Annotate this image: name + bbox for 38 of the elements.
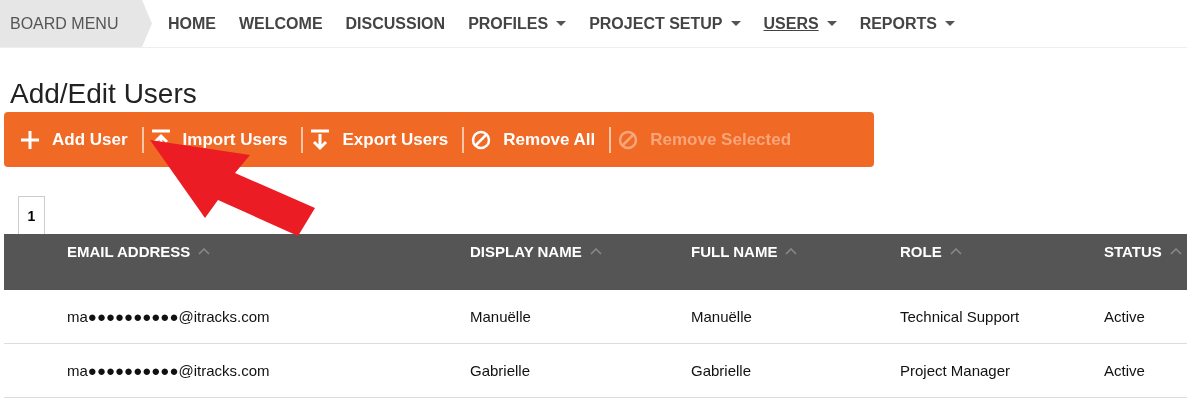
sort-icon[interactable] [589,248,602,255]
table-cell: Gabrielle [470,362,531,379]
table-cell: Active [1104,308,1145,325]
table-cell: ma●●●●●●●●●●@itracks.com [67,362,270,379]
sort-icon[interactable] [949,248,962,255]
table-cell: Gabrielle [691,362,752,379]
table-cell: Manuëlle [691,308,752,325]
board-menu-button[interactable]: BOARD MENU [0,0,152,47]
nav-item[interactable]: HOME [168,14,216,33]
nav-item[interactable]: PROJECT SETUP [589,14,741,33]
table-cell: Active [1104,362,1145,379]
caret-icon [944,21,955,26]
column-header[interactable]: STATUS [1104,243,1162,260]
sort-icon[interactable] [1169,248,1182,255]
page-number-button[interactable]: 1 [18,196,45,234]
column-header[interactable]: DISPLAY NAME [470,243,582,260]
nav-item[interactable]: WELCOME [239,14,323,33]
sort-icon[interactable] [198,248,211,255]
plus-icon [20,129,40,150]
download-icon [310,128,331,151]
prohibited-icon [618,129,639,150]
nav-item[interactable]: PROFILES [468,14,567,33]
table-cell: Technical Support [900,308,1020,325]
nav-item[interactable]: USERS [763,14,837,33]
table-cell: ma●●●●●●●●●●@itracks.com [67,308,270,325]
prohibited-icon [471,129,492,150]
column-header[interactable]: ROLE [900,243,942,260]
page-title: Add/Edit Users [9,77,198,111]
sort-icon[interactable] [785,248,798,255]
caret-icon [730,21,741,26]
caret-icon [826,21,837,26]
nav-item[interactable]: REPORTS [859,14,955,33]
caret-icon [556,21,567,26]
column-header[interactable]: FULL NAME [691,243,778,260]
table-cell: Project Manager [900,362,1011,379]
column-header[interactable]: EMAIL ADDRESS [67,243,191,260]
nav-item[interactable]: DISCUSSION [345,14,446,33]
table-cell: Manuëlle [470,308,531,325]
